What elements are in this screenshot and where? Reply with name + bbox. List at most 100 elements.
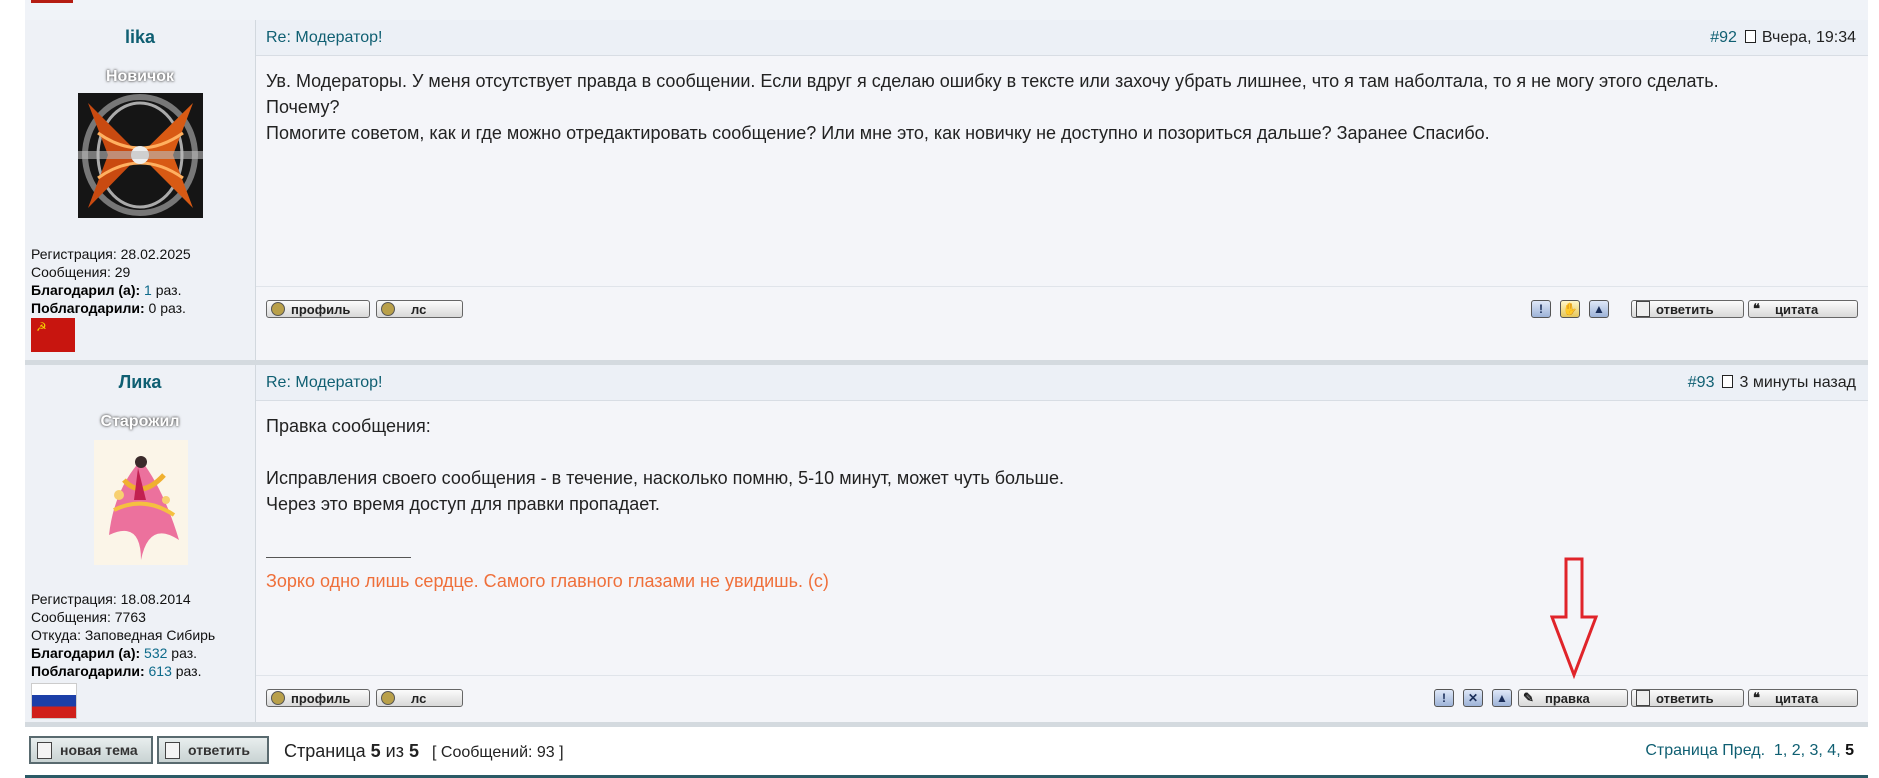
signature: Зорко одно лишь сердце. Самого главного … [266, 571, 829, 591]
thanked-by-count[interactable]: 613 [149, 663, 172, 679]
thanked-row: Благодарил (а): 1 раз. [31, 281, 191, 299]
post-author-panel: lika Новичок Регистрация: 28.02.2025 Соо [25, 20, 256, 360]
reply-icon [165, 741, 180, 759]
thanked-by-row: Поблагодарили: 0 раз. [31, 299, 191, 317]
russia-flag-icon [31, 683, 77, 719]
post-body-line: Ув. Модераторы. У меня отсутствует правд… [266, 71, 1719, 91]
thanked-by-row: Поблагодарили: 613 раз. [31, 662, 215, 680]
page-link-1[interactable]: 1 [1774, 742, 1783, 759]
ussr-flag-icon: ☭ [31, 318, 75, 352]
post-document-icon [1744, 30, 1756, 43]
annotation-arrow-icon [1550, 557, 1599, 680]
page-info: Страница 5 из 5 [ Сообщений: 93 ] [284, 741, 564, 762]
profile-button[interactable]: профиль [266, 300, 370, 318]
post-timestamp: 3 минуты назад [1739, 374, 1856, 391]
post-body-line: Правка сообщения: [266, 416, 431, 436]
message-count: Сообщения: 7763 [31, 609, 146, 625]
people-icon [381, 691, 395, 705]
post-subject[interactable]: Re: Модератор! [266, 29, 382, 47]
reply-button-label: ответить [1656, 690, 1714, 706]
edit-button[interactable]: ✎ правка [1518, 689, 1628, 707]
post-meta: #92 Вчера, 19:34 [1710, 29, 1856, 47]
reply-button[interactable]: ответить [1631, 689, 1744, 707]
quote-button[interactable]: ❝ цитата [1748, 689, 1858, 707]
post-header: Re: Модератор! #93 3 минуты назад [256, 365, 1868, 401]
quote-button-label: цитата [1775, 690, 1819, 706]
top-icon[interactable]: ▲ [1589, 300, 1609, 318]
pm-button[interactable]: лс [376, 300, 463, 318]
thanked-label: Благодарил (а): [31, 282, 141, 298]
post-92: lika Новичок Регистрация: 28.02.2025 Соо [25, 20, 1868, 365]
thanked-count[interactable]: 1 [144, 282, 152, 298]
post-timestamp: Вчера, 19:34 [1761, 29, 1856, 46]
post-author-rank: Новичок [105, 68, 175, 85]
post-author-panel: Лика Старожил Регистрация: 18.08.2014 Со… [25, 365, 256, 722]
reply-icon [1636, 301, 1650, 317]
delete-icon[interactable]: ✕ [1463, 689, 1483, 707]
messages-count: [ Сообщений: 93 ] [432, 744, 564, 761]
post-author-info: Регистрация: 18.08.2014 Сообщения: 7763 … [31, 590, 215, 680]
thanked-by-label: Поблагодарили: [31, 300, 145, 316]
post-header: Re: Модератор! #92 Вчера, 19:34 [256, 20, 1868, 56]
post-author-info: Регистрация: 28.02.2025 Сообщения: 29 Бл… [31, 245, 191, 317]
post-document-icon [1722, 375, 1734, 388]
post-body-line: Почему? [266, 97, 340, 117]
footer-reply-button[interactable]: ответить [157, 736, 269, 764]
post-subject[interactable]: Re: Модератор! [266, 374, 382, 392]
of-word: из [385, 741, 404, 761]
profile-button[interactable]: профиль [266, 689, 370, 707]
post-body-line [266, 439, 1838, 465]
reply-button[interactable]: ответить [1631, 300, 1744, 318]
person-icon [271, 302, 285, 316]
thanked-by-suffix: раз. [175, 663, 202, 679]
profile-button-label: профиль [291, 690, 351, 706]
report-icon[interactable]: ! [1531, 300, 1551, 318]
reply-button-label: ответить [1656, 301, 1714, 317]
post-body-line: Помогите советом, как и где можно отреда… [266, 123, 1490, 143]
reply-icon [1636, 690, 1650, 706]
page-link-2[interactable]: 2 [1792, 742, 1801, 759]
post-meta: #93 3 минуты назад [1688, 374, 1856, 392]
person-icon [271, 691, 285, 705]
thanked-count[interactable]: 532 [144, 645, 167, 661]
pm-button-label: лс [411, 301, 427, 317]
post-number-link[interactable]: #93 [1688, 374, 1715, 391]
new-topic-button[interactable]: новая тема [29, 736, 153, 764]
footer-reply-label: ответить [188, 742, 251, 758]
signature-separator [266, 557, 411, 558]
post-body-line: Исправления своего сообщения - в течение… [266, 468, 1064, 488]
pagination: Страница Пред. 1, 2, 3, 4, 5 [1645, 742, 1854, 759]
message-count: Сообщения: 29 [31, 264, 131, 280]
edit-button-label: правка [1545, 690, 1590, 706]
post-author-name[interactable]: lika [25, 27, 255, 48]
page-link-4[interactable]: 4 [1827, 742, 1836, 759]
post-actions: профиль лс ! ✋ ▲ ответить ❝ цитата [256, 286, 1868, 325]
page-link-3[interactable]: 3 [1810, 742, 1819, 759]
top-icon[interactable]: ▲ [1492, 689, 1512, 707]
quote-icon: ❝ [1753, 301, 1760, 316]
page-current-link: 5 [1845, 742, 1854, 759]
avatar [94, 440, 188, 565]
thanked-by-suffix: раз. [160, 300, 186, 316]
report-icon[interactable]: ! [1434, 689, 1454, 707]
post-body-line: Через это время доступ для правки пропад… [266, 494, 660, 514]
page-word: Страница [284, 741, 366, 761]
quote-button[interactable]: ❝ цитата [1748, 300, 1858, 318]
new-topic-label: новая тема [60, 742, 138, 758]
post-content-panel: Re: Модератор! #92 Вчера, 19:34 Ув. Модер… [256, 20, 1868, 360]
thanked-suffix: раз. [171, 645, 198, 661]
avatar [78, 93, 203, 218]
thanks-icon[interactable]: ✋ [1560, 300, 1580, 318]
pager-label[interactable]: Страница Пред. [1645, 742, 1765, 759]
quote-button-label: цитата [1775, 301, 1819, 317]
thanked-by-label: Поблагодарили: [31, 663, 145, 679]
post-number-link[interactable]: #92 [1710, 29, 1737, 46]
thanked-suffix: раз. [155, 282, 182, 298]
thanked-by-count: 0 [148, 300, 157, 316]
post-body: Ув. Модераторы. У меня отсутствует правд… [266, 68, 1838, 146]
flag-icon [31, 0, 73, 3]
registration-date: Регистрация: 18.08.2014 [31, 591, 191, 607]
pm-button[interactable]: лс [376, 689, 463, 707]
post-actions: профиль лс ! ✕ ▲ ✎ правка ответить ❝ цитат… [256, 675, 1868, 714]
post-author-name[interactable]: Лика [25, 372, 255, 393]
